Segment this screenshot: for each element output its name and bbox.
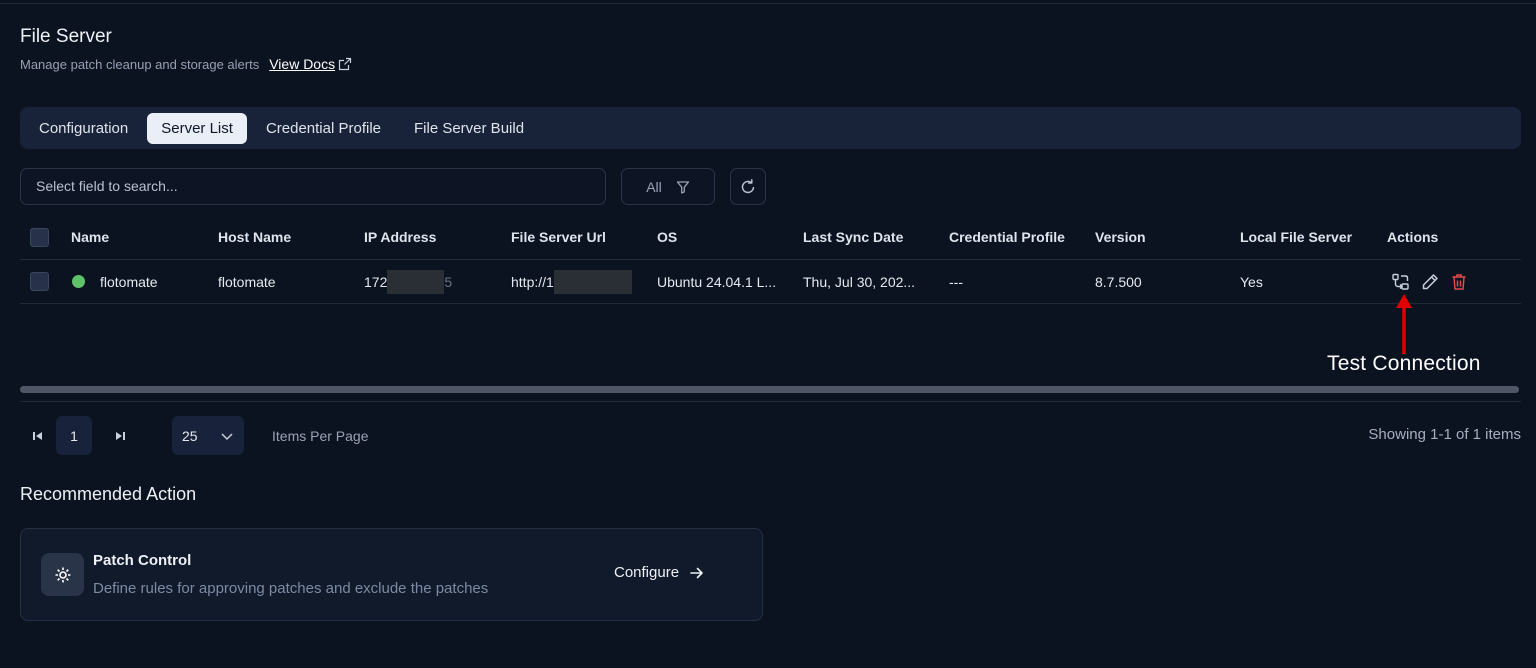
table-row[interactable]: flotomate flotomate 172 5 http://1 Ubunt… — [20, 260, 1521, 304]
redaction-mask — [553, 269, 632, 294]
delete-icon[interactable] — [1449, 272, 1469, 292]
table-header-row: Name Host Name IP Address File Server Ur… — [20, 215, 1521, 260]
column-header-host-name[interactable]: Host Name — [218, 215, 291, 259]
server-url: http://1 — [511, 260, 632, 303]
filter-icon — [676, 180, 689, 194]
pagination: 1 25 Items Per Page — [20, 416, 369, 455]
items-per-page-select[interactable]: 25 — [172, 416, 244, 455]
page-header: File Server Manage patch cleanup and sto… — [20, 26, 352, 72]
server-local-file-server: Yes — [1240, 273, 1263, 290]
top-divider — [0, 3, 1536, 4]
redaction-mask — [387, 269, 445, 294]
refresh-button[interactable] — [730, 168, 766, 205]
last-page-icon — [116, 431, 125, 440]
page-number-current[interactable]: 1 — [56, 416, 92, 455]
configure-button[interactable]: Configure — [614, 564, 705, 581]
divider — [20, 401, 1521, 402]
card-title: Patch Control — [93, 552, 192, 569]
server-ip-address: 172 5 — [364, 260, 452, 303]
page-title: File Server — [20, 26, 112, 47]
last-page-button[interactable] — [102, 416, 138, 455]
tab-credential-profile[interactable]: Credential Profile — [252, 113, 395, 144]
column-header-last-sync-date[interactable]: Last Sync Date — [803, 215, 903, 259]
pagination-summary: Showing 1-1 of 1 items — [1368, 426, 1521, 443]
first-page-icon — [33, 431, 42, 440]
recommended-action-title: Recommended Action — [20, 484, 197, 504]
tab-server-list[interactable]: Server List — [147, 112, 247, 144]
filter-value: All — [646, 178, 662, 195]
search-input[interactable]: Select field to search... — [20, 168, 606, 205]
recommended-action-card: Patch Control Define rules for approving… — [20, 528, 763, 621]
column-header-local-file-server[interactable]: Local File Server — [1240, 215, 1352, 259]
page-subtitle: Manage patch cleanup and storage alerts — [20, 56, 260, 72]
tab-file-server-build[interactable]: File Server Build — [400, 113, 538, 144]
column-header-name[interactable]: Name — [71, 215, 109, 259]
test-connection-icon[interactable] — [1391, 272, 1411, 292]
annotation-arrow — [1396, 294, 1412, 354]
first-page-button[interactable] — [20, 416, 56, 455]
column-header-version[interactable]: Version — [1095, 215, 1146, 259]
filter-dropdown[interactable]: All — [621, 168, 715, 205]
server-last-sync: Thu, Jul 30, 202... — [803, 273, 916, 290]
column-header-os[interactable]: OS — [657, 215, 677, 259]
arrow-right-icon — [690, 567, 703, 578]
server-version: 8.7.500 — [1095, 273, 1142, 290]
patch-control-icon — [41, 553, 84, 596]
view-docs-link[interactable]: View Docs — [269, 56, 352, 72]
select-all-checkbox[interactable] — [30, 227, 49, 247]
external-link-icon — [339, 57, 352, 71]
items-per-page-label: Items Per Page — [272, 427, 369, 444]
server-credential-profile: --- — [949, 273, 963, 290]
annotation-label: Test Connection — [1327, 352, 1481, 375]
status-online-indicator — [72, 275, 85, 288]
tab-bar: Configuration Server List Credential Pro… — [20, 107, 1521, 149]
server-name: flotomate — [100, 273, 158, 290]
server-table: Name Host Name IP Address File Server Ur… — [20, 215, 1521, 304]
column-header-actions: Actions — [1387, 229, 1439, 245]
server-os: Ubuntu 24.04.1 L... — [657, 273, 777, 290]
column-header-ip-address[interactable]: IP Address — [364, 215, 436, 259]
edit-icon[interactable] — [1420, 272, 1440, 292]
tab-configuration[interactable]: Configuration — [25, 113, 142, 144]
row-checkbox[interactable] — [30, 272, 49, 291]
server-host-name: flotomate — [218, 273, 276, 290]
card-description: Define rules for approving patches and e… — [93, 580, 489, 597]
horizontal-scrollbar[interactable] — [20, 386, 1519, 393]
column-header-file-server-url[interactable]: File Server Url — [511, 215, 606, 259]
refresh-icon — [741, 178, 755, 193]
column-header-credential-profile[interactable]: Credential Profile — [949, 215, 1065, 259]
chevron-down-icon — [221, 432, 233, 440]
